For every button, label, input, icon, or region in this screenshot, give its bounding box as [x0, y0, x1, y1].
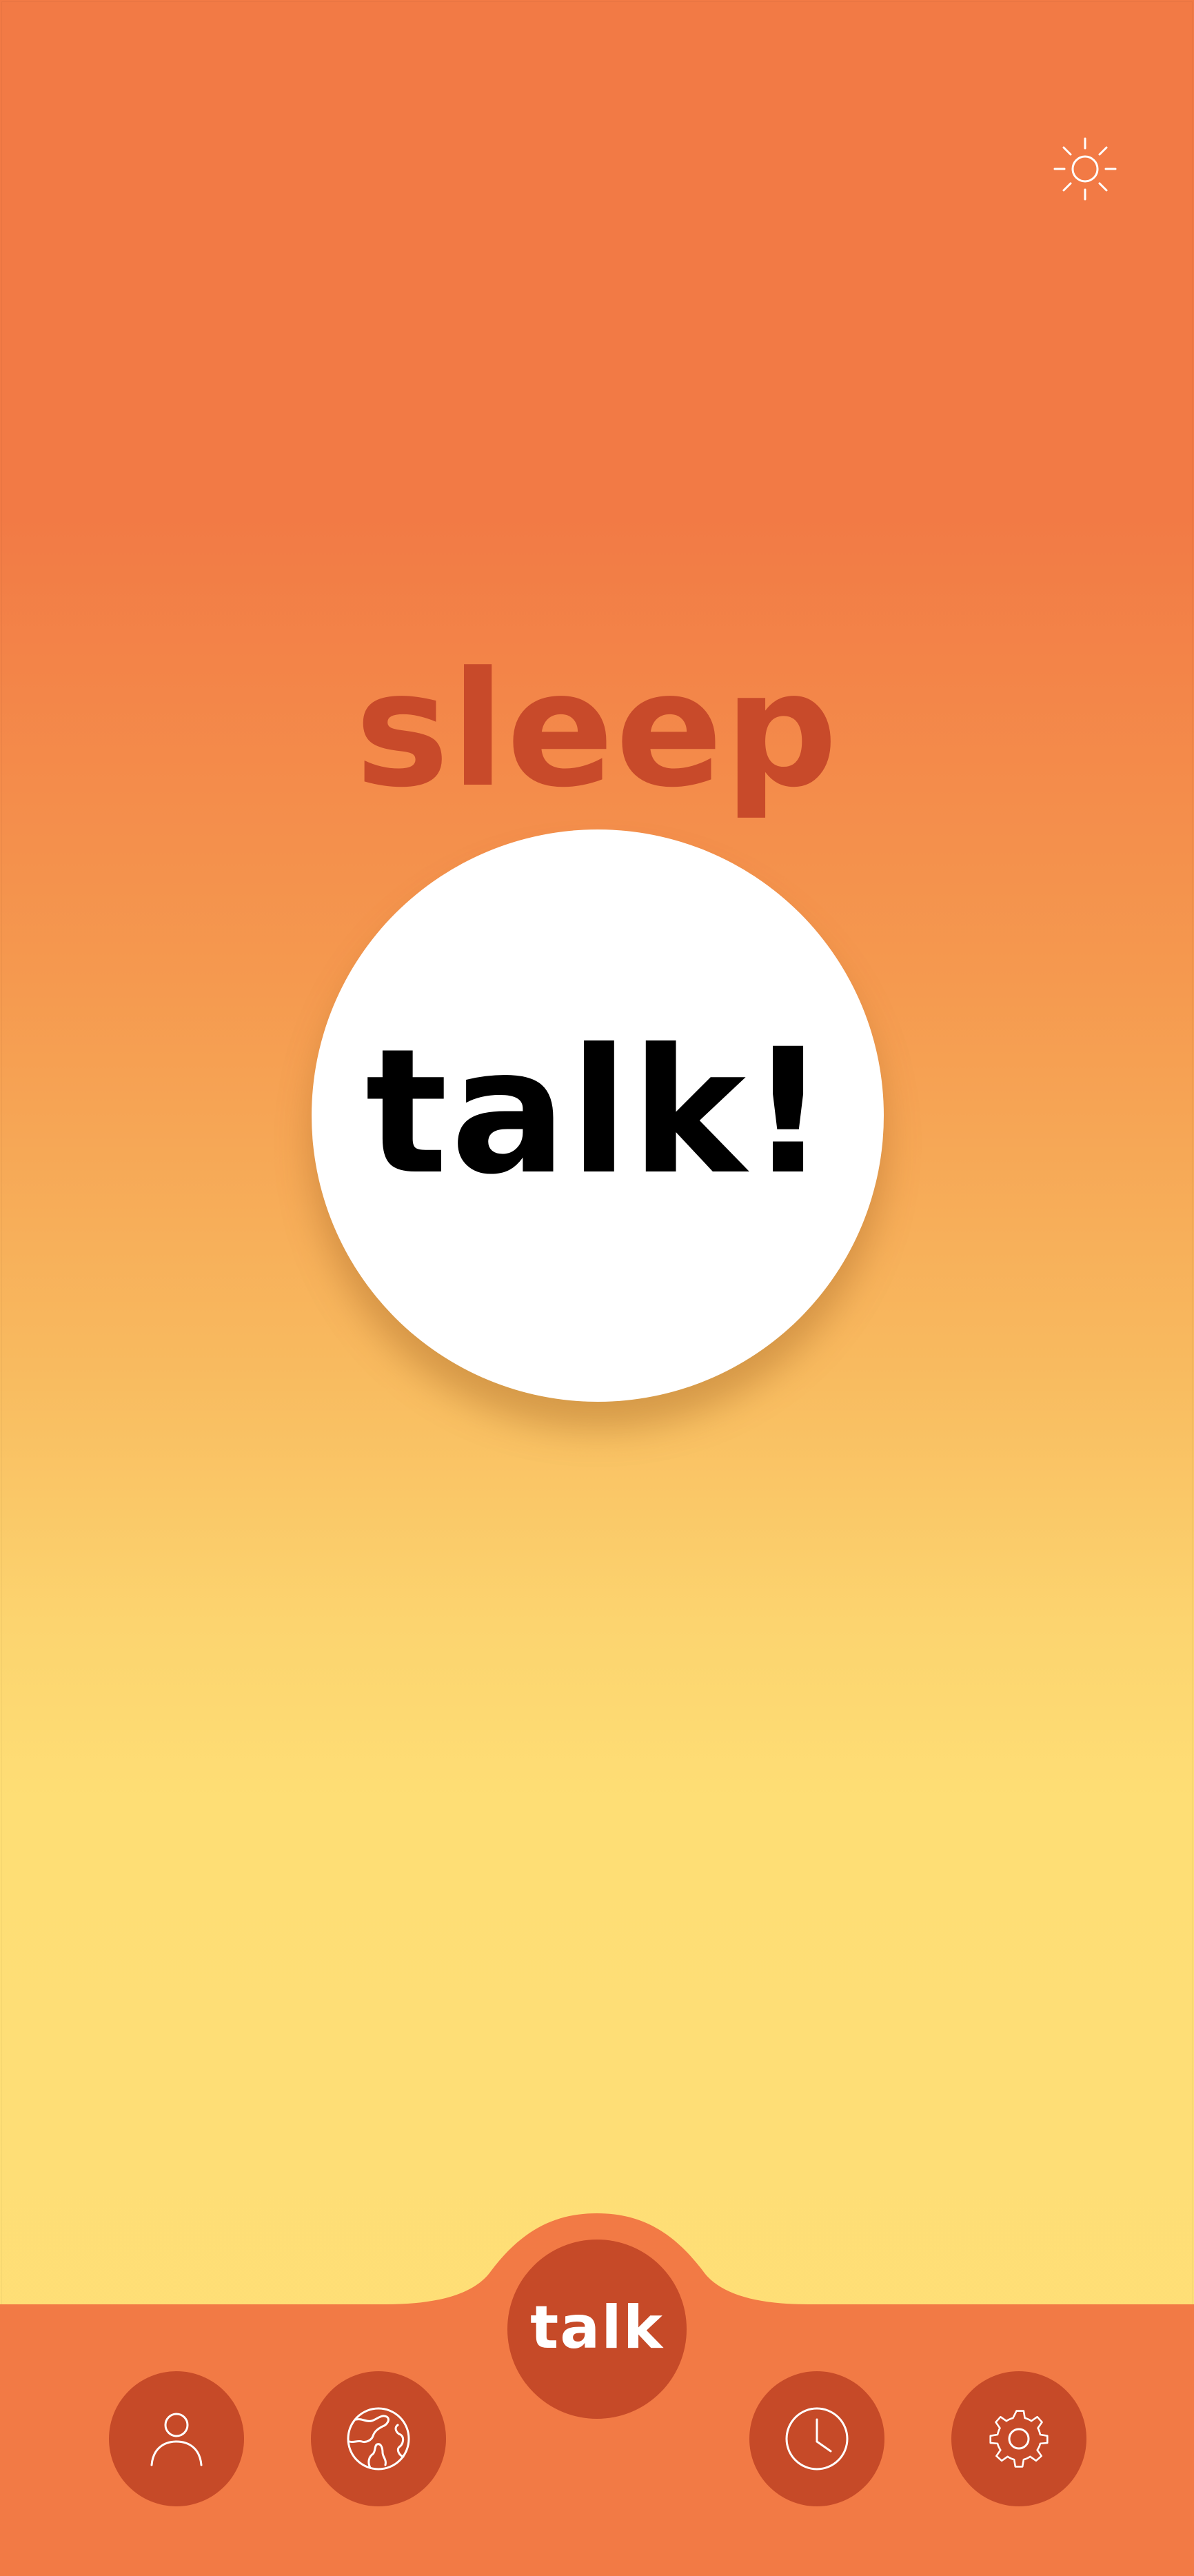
globe-icon	[347, 2407, 410, 2471]
talk-tab-button[interactable]: talk	[507, 2240, 687, 2419]
gear-icon	[989, 2410, 1049, 2468]
person-icon	[150, 2413, 203, 2466]
explore-tab-button[interactable]	[311, 2371, 446, 2506]
talk-tab-label: talk	[530, 2293, 664, 2362]
page-title: sleep	[354, 638, 840, 823]
theme-toggle-button[interactable]	[1051, 134, 1120, 203]
profile-tab-button[interactable]	[109, 2371, 244, 2506]
clock-icon	[785, 2407, 849, 2471]
history-tab-button[interactable]	[749, 2371, 884, 2506]
sun-icon	[1053, 137, 1117, 201]
settings-tab-button[interactable]	[951, 2371, 1086, 2506]
talk-main-label: talk!	[365, 1012, 831, 1212]
talk-main-button[interactable]: talk!	[312, 829, 884, 1402]
